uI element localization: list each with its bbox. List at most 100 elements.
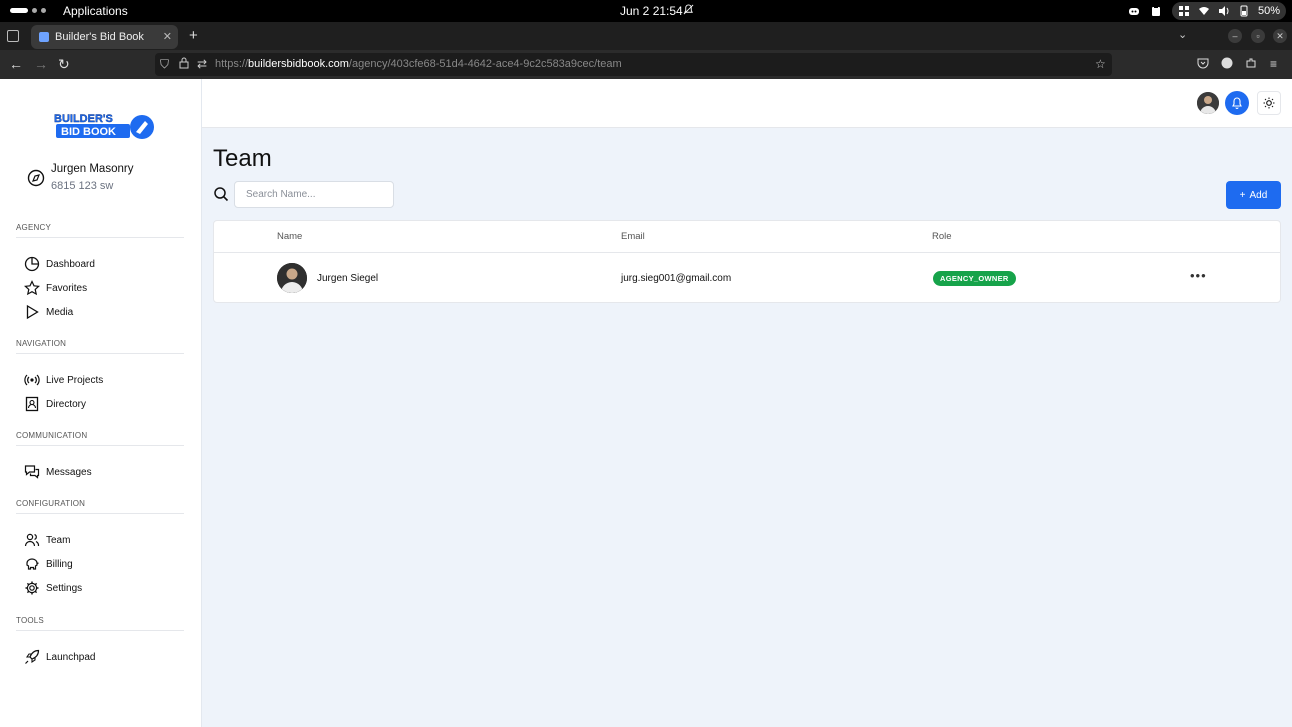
role-badge: AGENCY_OWNER [933, 271, 1016, 286]
sidebar-item-media[interactable]: Media [24, 303, 73, 321]
section-label-navigation: NAVIGATION [16, 339, 67, 348]
users-icon [24, 533, 40, 547]
rocket-icon [25, 649, 40, 664]
grid-icon [1178, 6, 1189, 16]
volume-icon [1218, 6, 1229, 16]
menu-icon[interactable]: ≡ [1270, 57, 1277, 71]
section-divider [16, 353, 184, 354]
browser-nav-bar: ← → ↻ ⛉ ⇄ https://buildersbidbook.com/ag… [0, 50, 1292, 79]
search-icon [214, 187, 229, 202]
sidebar-item-label: Messages [46, 466, 92, 478]
permissions-icon[interactable]: ⇄ [197, 57, 207, 71]
new-tab-icon[interactable]: + [189, 27, 198, 44]
sidebar-item-dashboard[interactable]: Dashboard [24, 255, 95, 273]
address-bar[interactable]: ⛉ ⇄ https://buildersbidbook.com/agency/4… [155, 53, 1112, 76]
sidebar-item-directory[interactable]: Directory [24, 395, 86, 413]
wifi-icon [1198, 7, 1209, 15]
bell-icon [1232, 97, 1242, 109]
url-text[interactable]: https://buildersbidbook.com/agency/403cf… [215, 58, 622, 70]
add-button-label: Add [1249, 189, 1268, 201]
header-divider [214, 252, 1280, 253]
forward-icon[interactable]: → [34, 56, 48, 72]
close-window-icon[interactable]: ✕ [1273, 29, 1287, 43]
sidebar-item-label: Launchpad [46, 651, 96, 663]
pocket-icon[interactable] [1197, 57, 1209, 72]
section-divider [16, 237, 184, 238]
clipboard-icon[interactable] [1150, 5, 1162, 17]
piggy-bank-icon [26, 558, 39, 570]
extensions-icon[interactable] [1245, 57, 1257, 72]
chat-bubbles-icon [24, 465, 40, 479]
more-options-icon[interactable]: ••• [1190, 268, 1207, 283]
gear-icon [25, 581, 39, 595]
notifications-button[interactable] [1225, 91, 1249, 115]
sidebar-item-label: Billing [46, 558, 73, 570]
section-label-configuration: CONFIGURATION [16, 499, 86, 508]
sidebar-item-label: Dashboard [46, 258, 95, 270]
theme-toggle-button[interactable] [1257, 91, 1281, 115]
sidebar-item-label: Media [46, 306, 74, 318]
system-tray[interactable]: 50% [1128, 2, 1286, 20]
svg-text:BUILDER'S: BUILDER'S [54, 113, 113, 125]
column-header-role[interactable]: Role [932, 231, 952, 242]
battery-percent: 50% [1257, 5, 1280, 17]
tab-overview-icon[interactable] [7, 30, 19, 42]
restore-window-icon[interactable]: ▫ [1251, 29, 1265, 43]
clock[interactable]: Jun 2 21:54 [620, 4, 683, 18]
member-name: Jurgen Siegel [317, 273, 379, 284]
section-label-agency: AGENCY [16, 223, 51, 232]
notifications-off-icon[interactable] [683, 4, 694, 18]
pie-chart-icon [24, 256, 40, 272]
search-input[interactable] [234, 181, 394, 208]
star-icon [24, 280, 40, 296]
section-label-communication: COMMUNICATION [16, 431, 88, 440]
sidebar-item-launchpad[interactable]: Launchpad [24, 648, 96, 666]
contact-book-icon [25, 396, 39, 412]
sidebar-item-team[interactable]: Team [24, 531, 70, 549]
browser-tab[interactable]: Builder's Bid Book ✕ [31, 25, 178, 49]
section-label-tools: TOOLS [16, 616, 44, 625]
tab-list-chevron-icon[interactable]: ⌄ [1178, 28, 1187, 41]
sidebar-item-messages[interactable]: Messages [24, 463, 92, 481]
reload-icon[interactable]: ↻ [58, 56, 70, 73]
play-icon [26, 304, 39, 320]
discord-icon[interactable] [1128, 5, 1140, 17]
tracking-shield-icon[interactable]: ⛉ [160, 57, 169, 72]
sun-icon [1263, 97, 1275, 109]
close-tab-icon[interactable]: ✕ [163, 30, 172, 43]
sidebar-item-billing[interactable]: Billing [24, 555, 73, 573]
back-icon[interactable]: ← [9, 56, 23, 72]
add-member-button[interactable]: + Add [1226, 181, 1281, 209]
member-email: jurg.sieg001@gmail.com [621, 273, 732, 284]
lock-icon[interactable] [179, 57, 189, 72]
sidebar-item-label: Settings [46, 582, 83, 594]
column-header-email[interactable]: Email [621, 231, 645, 242]
os-top-bar: Applications Jun 2 21:54 50% [0, 0, 1292, 22]
account-name: Jurgen Masonry [51, 163, 134, 175]
account-address: 6815 123 sw [51, 180, 114, 192]
account-icon[interactable] [1221, 57, 1233, 72]
team-table: Name Email Role Jurgen Siegel jurg.sieg0… [213, 220, 1281, 303]
battery-icon [1240, 5, 1248, 17]
sidebar-item-label: Favorites [46, 282, 88, 294]
sidebar-item-favorites[interactable]: Favorites [24, 279, 87, 297]
page-title: Team [213, 145, 272, 172]
applications-menu[interactable]: Applications [63, 4, 128, 18]
sidebar-item-live-projects[interactable]: Live Projects [24, 371, 103, 389]
section-divider [16, 445, 184, 446]
workspace-indicator[interactable] [10, 8, 46, 13]
user-avatar[interactable] [1197, 92, 1219, 114]
svg-text:BID BOOK: BID BOOK [61, 126, 116, 138]
section-divider [16, 630, 184, 631]
browser-tab-strip: Builder's Bid Book ✕ + ⌄ – ▫ ✕ [0, 22, 1292, 50]
sidebar-item-label: Team [46, 534, 71, 546]
minimize-window-icon[interactable]: – [1228, 29, 1242, 43]
app-top-bar [202, 79, 1292, 128]
builders-bid-book-logo[interactable]: BUILDER'S BID BOOK [52, 110, 157, 142]
sidebar: BUILDER'S BID BOOK Jurgen Masonry 6815 1… [0, 79, 202, 727]
compass-icon [27, 169, 45, 187]
column-header-name[interactable]: Name [277, 231, 302, 242]
sidebar-item-settings[interactable]: Settings [24, 579, 82, 597]
bookmark-star-icon[interactable]: ☆ [1095, 57, 1106, 71]
broadcast-icon [24, 374, 40, 386]
